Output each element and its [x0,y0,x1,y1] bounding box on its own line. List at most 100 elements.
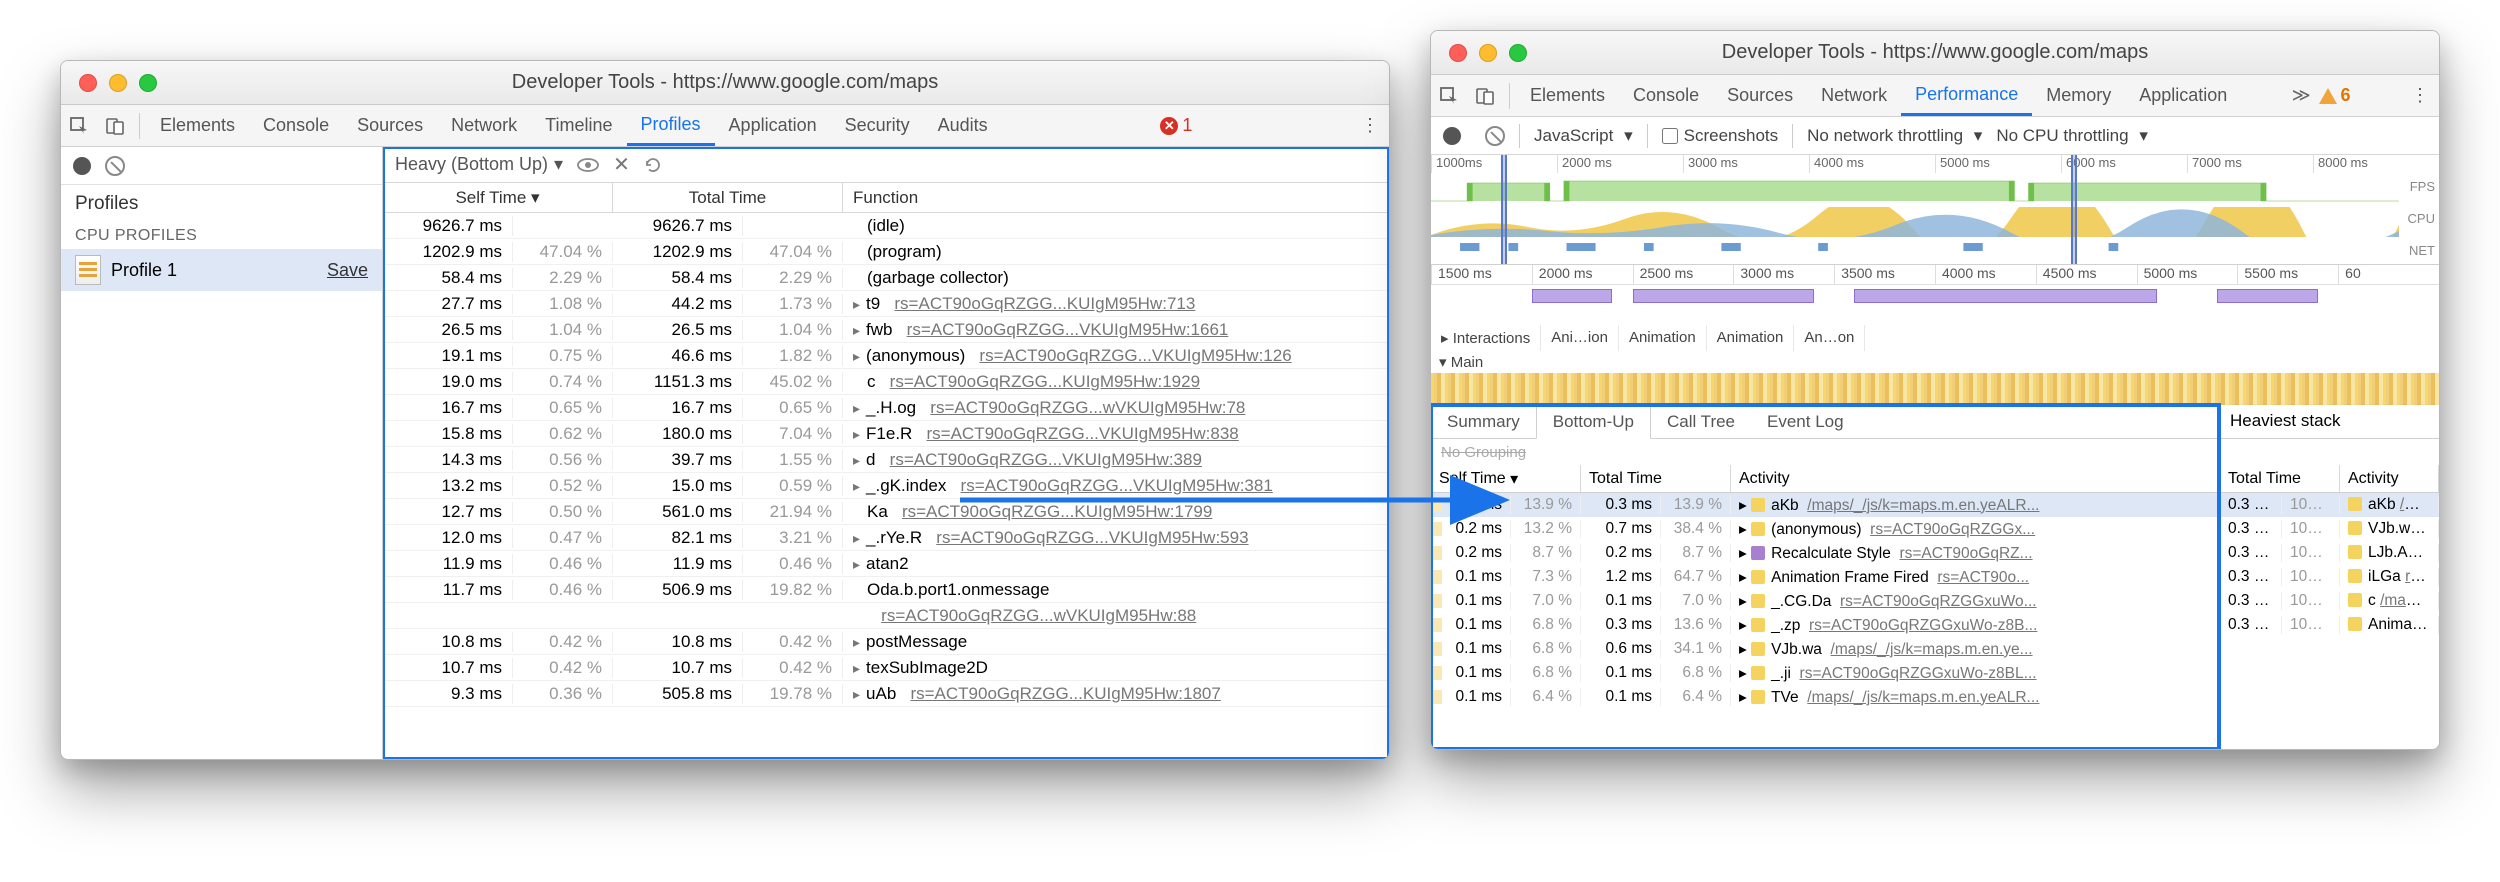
tab-audits[interactable]: Audits [924,105,1002,146]
profile-row[interactable]: 58.4 ms2.29 %58.4 ms2.29 %(garbage colle… [383,265,1389,291]
more-icon[interactable]: ⋮ [2401,85,2439,106]
source-link[interactable]: rs=ACT90oGqRZGG...VKUIgM95Hw:381 [961,476,1273,495]
source-link[interactable]: rs=ACT90oGqRZGG...VKUIgM95Hw:1661 [907,320,1229,339]
save-link[interactable]: Save [327,260,368,281]
heaviest-row[interactable]: 0.3 ms100.0 %VJb.wa /... [2220,517,2439,541]
profile-row[interactable]: 16.7 ms0.65 %16.7 ms0.65 %_.H.og rs=ACT9… [383,395,1389,421]
source-link[interactable]: rs=ACT90oGqRZGG...VKUIgM95Hw:593 [936,528,1248,547]
source-link[interactable]: rs=ACT90oGqRZGG...VKUIgM95Hw:389 [890,450,1202,469]
source-link[interactable]: rs=ACT90oGqRZGG...VKUIgM95Hw:126 [979,346,1291,365]
tab-network[interactable]: Network [1807,75,1901,116]
bottom-up-row[interactable]: 0.2 ms13.2 %0.7 ms38.4 %▸ (anonymous) rs… [1431,517,2219,541]
source-link[interactable]: rs=ACT90oGqRZGG...VKUIgM95Hw:838 [927,424,1239,443]
tab-profiles[interactable]: Profiles [627,105,715,146]
profile-row[interactable]: 11.7 ms0.46 %506.9 ms19.82 %Oda.b.port1.… [383,577,1389,603]
minimize-icon[interactable] [109,74,127,92]
source-link[interactable]: rs=ACT90oGqRZGGxuWo... [1840,593,2037,610]
close-icon[interactable] [79,74,97,92]
profile-row[interactable]: 15.8 ms0.62 %180.0 ms7.04 %F1e.R rs=ACT9… [383,421,1389,447]
source-link[interactable]: rs=ACT90oGqRZGG...wVKUIgM95Hw:78 [930,398,1245,417]
device-icon[interactable] [1467,86,1503,106]
bottom-up-row[interactable]: 0.1 ms6.4 %0.1 ms6.4 %▸ TVe /maps/_/js/k… [1431,685,2219,709]
range-handle-left[interactable] [1501,155,1507,264]
col-function[interactable]: Function [843,183,1389,212]
more-icon[interactable]: ⋮ [1351,115,1389,136]
profile-row[interactable]: 12.0 ms0.47 %82.1 ms3.21 %_.rYe.R rs=ACT… [383,525,1389,551]
tab-elements[interactable]: Elements [146,105,249,146]
source-link[interactable]: rs=ACT90oGqRZGG...KUIgM95Hw:1929 [890,372,1200,391]
tab-application[interactable]: Application [715,105,831,146]
source-link[interactable]: /maps... [2380,592,2435,609]
zoom-icon[interactable] [139,74,157,92]
source-link[interactable]: rs=ACT90oGqRZGGxuWo-z8BL... [1800,665,2037,682]
profile-row[interactable]: 27.7 ms1.08 %44.2 ms1.73 %t9 rs=ACT90oGq… [383,291,1389,317]
tab-console[interactable]: Console [1619,75,1713,116]
source-link[interactable]: rs=ACT90o... [1937,569,2029,586]
source-link[interactable]: rs=ACT90oGqRZ... [1899,545,2032,562]
track-label[interactable]: ▸ Interactions [1431,325,1541,351]
grouping-dropdown[interactable]: No Grouping [1431,439,2219,465]
record-icon[interactable] [1443,127,1461,145]
inspect-icon[interactable] [61,116,97,136]
source-link[interactable]: rs=ACT90oGqRZGG...KUIgM95Hw:1799 [902,502,1212,521]
source-link[interactable]: /ma... [2400,496,2439,513]
details-tab-summary[interactable]: Summary [1431,406,1536,438]
track-label[interactable]: An…on [1794,325,1865,351]
bottom-up-row[interactable]: 0.2 ms8.7 %0.2 ms8.7 %▸ Recalculate Styl… [1431,541,2219,565]
tab-memory[interactable]: Memory [2032,75,2125,116]
performance-overview[interactable]: 1000ms2000 ms3000 ms4000 ms5000 ms6000 m… [1431,155,2439,265]
focus-icon[interactable] [577,157,599,173]
profile-row[interactable]: rs=ACT90oGqRZGG...wVKUIgM95Hw:88 [383,603,1389,629]
source-link[interactable]: rs=ACT90oGqRZGG...KUIgM95Hw:713 [894,294,1195,313]
col-self[interactable]: Self Time ▾ [383,183,613,212]
heaviest-row[interactable]: 0.3 ms100.0 %LJb.Aa /... [2220,541,2439,565]
timeline-panel[interactable]: 1500 ms2000 ms2500 ms3000 ms3500 ms4000 … [1431,265,2439,405]
tab-security[interactable]: Security [831,105,924,146]
profile-row[interactable]: 14.3 ms0.56 %39.7 ms1.55 %d rs=ACT90oGqR… [383,447,1389,473]
col-activity[interactable]: Activity [2340,465,2439,492]
col-total[interactable]: Total Time [613,183,843,212]
profile-row[interactable]: 11.9 ms0.46 %11.9 ms0.46 %atan2 [383,551,1389,577]
zoom-icon[interactable] [1509,44,1527,62]
col-total[interactable]: Total Time [2220,465,2340,492]
tab-timeline[interactable]: Timeline [531,105,626,146]
profile-row[interactable]: 10.7 ms0.42 %10.7 ms0.42 %texSubImage2D [383,655,1389,681]
col-total[interactable]: Total Time [1581,465,1731,492]
source-link[interactable]: rs=... [2405,568,2439,585]
profile-row[interactable]: 9.3 ms0.36 %505.8 ms19.78 %uAb rs=ACT90o… [383,681,1389,707]
error-badge[interactable]: ✕1 [1148,115,1204,136]
col-activity[interactable]: Activity [1731,465,2219,492]
track-label[interactable]: Animation [1619,325,1707,351]
source-link[interactable]: rs=ACT90oGqRZGGx... [1870,521,2035,538]
tab-console[interactable]: Console [249,105,343,146]
inspect-icon[interactable] [1431,86,1467,106]
reset-icon[interactable] [644,156,662,174]
profile-item[interactable]: Profile 1 Save [61,249,382,291]
clear-icon[interactable] [105,156,125,176]
bottom-up-row[interactable]: 0.1 ms7.0 %0.1 ms7.0 %▸ _.CG.Da rs=ACT90… [1431,589,2219,613]
source-link[interactable]: /... [2423,520,2439,537]
view-dropdown[interactable]: Heavy (Bottom Up) [395,154,563,175]
source-link[interactable]: rs=ACT90oGqRZGG...wVKUIgM95Hw:88 [881,606,1196,625]
close-icon[interactable] [1449,44,1467,62]
tab-sources[interactable]: Sources [343,105,437,146]
profile-row[interactable]: 12.7 ms0.50 %561.0 ms21.94 %Ka rs=ACT90o… [383,499,1389,525]
source-link[interactable]: rs=ACT90oGqRZGGxuWo-z8B... [1809,617,2037,634]
profile-row[interactable]: 19.0 ms0.74 %1151.3 ms45.02 %c rs=ACT90o… [383,369,1389,395]
profile-row[interactable]: 10.8 ms0.42 %10.8 ms0.42 %postMessage [383,629,1389,655]
profile-row[interactable]: 26.5 ms1.04 %26.5 ms1.04 %fwb rs=ACT90oG… [383,317,1389,343]
main-thread-label[interactable]: ▾ Main [1431,351,2439,373]
heaviest-row[interactable]: 0.3 ms100.0 %aKb /ma... [2220,493,2439,517]
network-throttle-dropdown[interactable]: No network throttling ▾ [1807,126,1982,146]
tab-application[interactable]: Application [2125,75,2241,116]
source-link[interactable]: /maps/_/js/k=maps.m.en.yeALR... [1807,497,2039,514]
source-link[interactable]: /... [2421,544,2438,561]
profile-row[interactable]: 9626.7 ms9626.7 ms(idle) [383,213,1389,239]
bottom-up-row[interactable]: 0.3 ms13.9 %0.3 ms13.9 %▸ aKb /maps/_/js… [1431,493,2219,517]
screenshots-checkbox[interactable]: Screenshots [1662,126,1779,146]
tab-network[interactable]: Network [437,105,531,146]
heaviest-row[interactable]: 0.3 ms100.0 %c /maps... [2220,589,2439,613]
tab-elements[interactable]: Elements [1516,75,1619,116]
bottom-up-row[interactable]: 0.1 ms7.3 %1.2 ms64.7 %▸ Animation Frame… [1431,565,2219,589]
heaviest-row[interactable]: 0.3 ms100.0 %Animation [2220,613,2439,637]
